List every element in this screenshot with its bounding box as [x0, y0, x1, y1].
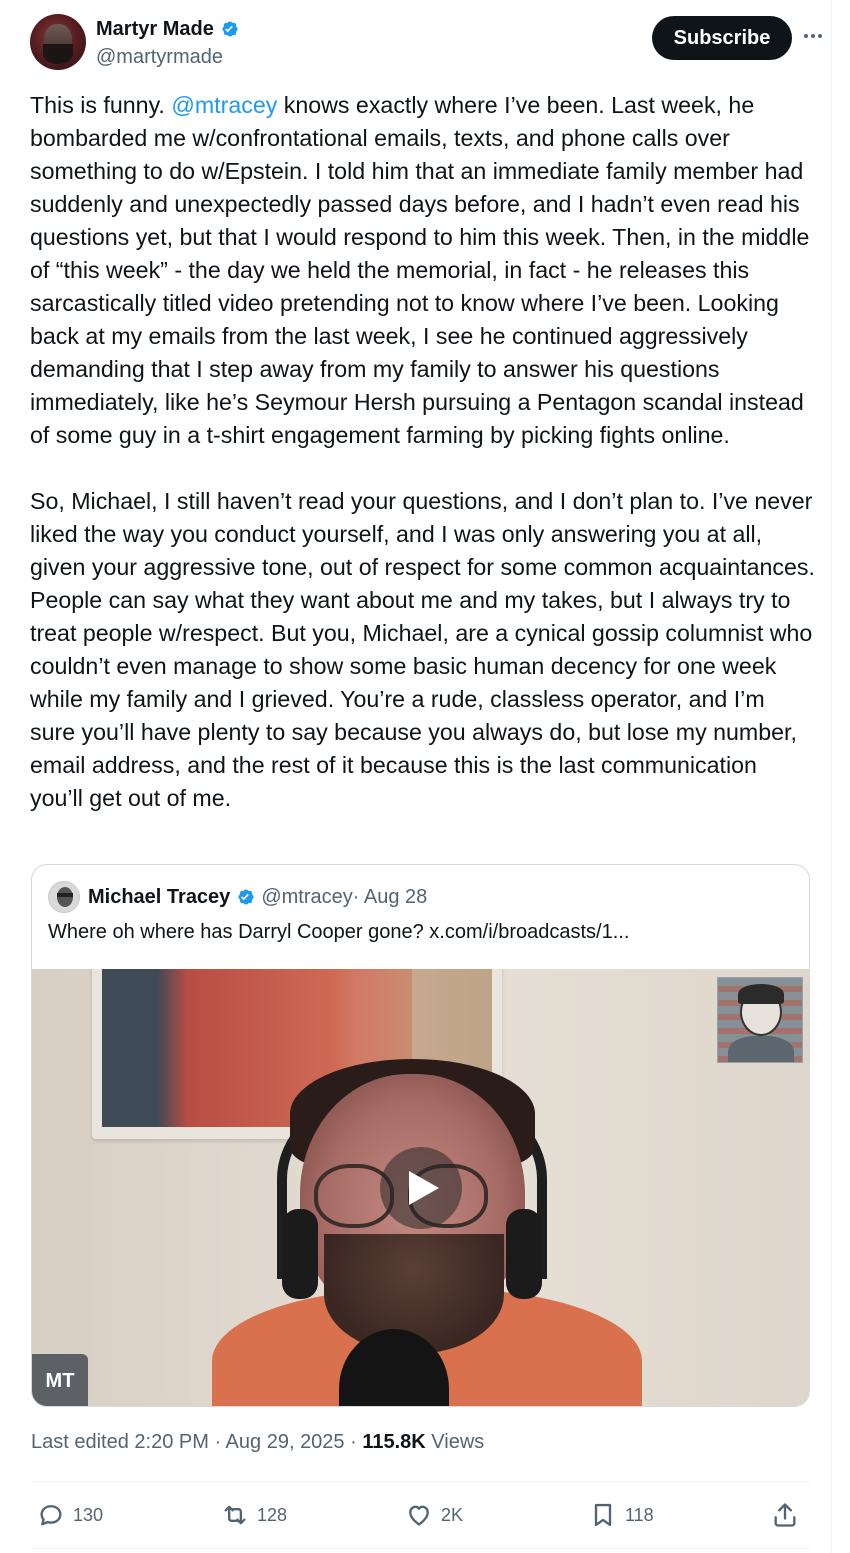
bookmark-count: 118 — [625, 1504, 654, 1525]
views-label: Views — [425, 1431, 485, 1453]
reply-button[interactable]: 130 — [37, 1495, 103, 1535]
mention-link[interactable]: @mtracey — [171, 92, 277, 118]
heart-icon — [409, 1505, 429, 1526]
views-count: 115.8K — [362, 1431, 426, 1453]
play-button-icon[interactable] — [380, 1147, 462, 1229]
share-button[interactable] — [771, 1495, 799, 1535]
author-handle[interactable]: @martyrmade — [96, 46, 239, 69]
tweet-text-lead: This is funny. — [30, 92, 172, 118]
quoted-tweet-date[interactable]: · Aug 28 — [353, 886, 428, 909]
like-button[interactable]: 2K — [405, 1495, 463, 1535]
divider — [31, 1548, 810, 1549]
last-edited-timestamp[interactable]: Last edited 2:20 PM · Aug 29, 2025 · — [31, 1431, 362, 1453]
like-count: 2K — [441, 1504, 464, 1525]
share-icon — [774, 1503, 796, 1527]
broadcaster-badge: MT — [32, 1354, 88, 1406]
avatar-beard — [43, 44, 73, 64]
tweet-text-body: knows exactly where I’ve been. Last week… — [30, 92, 810, 448]
page-border — [831, 0, 832, 1553]
headphone-right-cup — [506, 1209, 542, 1299]
tweet-meta: Last edited 2:20 PM · Aug 29, 2025 · 115… — [31, 1431, 484, 1454]
quoted-tweet-header: Michael Tracey @mtracey · Aug 28 — [48, 881, 428, 913]
headphone-left-cup — [282, 1209, 318, 1299]
action-bar: 130 128 2K 118 — [31, 1495, 810, 1535]
overlay-body — [728, 1036, 794, 1062]
author-avatar[interactable] — [30, 14, 86, 70]
tweet-header: Martyr Made @martyrmade Subscribe — [30, 14, 822, 74]
overlay-hair — [738, 984, 784, 1004]
quoted-avatar-head — [57, 887, 73, 907]
bookmark-button[interactable]: 118 — [589, 1495, 654, 1535]
quoted-author-avatar[interactable] — [48, 881, 80, 913]
quoted-video-thumbnail[interactable]: MT — [32, 969, 809, 1406]
play-triangle-icon — [409, 1171, 439, 1205]
divider — [31, 1481, 810, 1482]
verified-badge-icon — [238, 889, 254, 905]
verified-badge-icon — [222, 21, 238, 37]
dot — [811, 34, 815, 38]
subscribe-button[interactable]: Subscribe — [652, 16, 792, 60]
more-options-icon[interactable] — [798, 24, 828, 48]
author-display-name-row[interactable]: Martyr Made — [96, 16, 239, 42]
bookmark-icon — [594, 1503, 612, 1527]
tweet-text: This is funny. @mtracey knows exactly wh… — [30, 89, 815, 815]
author-display-name[interactable]: Martyr Made — [96, 18, 214, 41]
repost-button[interactable]: 128 — [221, 1495, 287, 1535]
quoted-author-handle[interactable]: @mtracey — [261, 886, 352, 909]
channel-avatar-overlay — [717, 977, 803, 1063]
tweet-paragraph-2: So, Michael, I still haven’t read your q… — [30, 488, 815, 811]
reply-count: 130 — [73, 1504, 104, 1525]
dot — [818, 34, 822, 38]
author-name-block: Martyr Made @martyrmade — [96, 16, 239, 69]
quoted-tweet-card[interactable]: Michael Tracey @mtracey · Aug 28 Where o… — [31, 864, 810, 1407]
reply-icon — [40, 1505, 62, 1526]
quoted-author-name[interactable]: Michael Tracey — [88, 886, 230, 909]
quoted-avatar-glasses — [57, 893, 73, 897]
quoted-tweet-text: Where oh where has Darryl Cooper gone? x… — [48, 921, 630, 943]
tweet-paragraph-1: This is funny. @mtracey knows exactly wh… — [30, 89, 815, 452]
repost-count: 128 — [257, 1504, 288, 1525]
repost-icon — [224, 1505, 246, 1525]
dot — [804, 34, 808, 38]
